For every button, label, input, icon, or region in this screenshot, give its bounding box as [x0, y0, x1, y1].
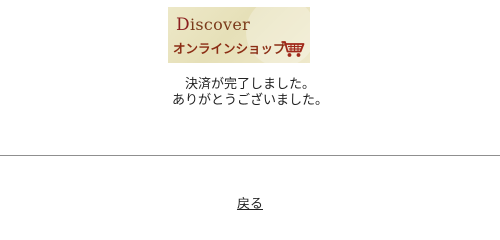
logo-shop-name: オンラインショップ: [173, 41, 286, 56]
back-link-container: 戻る: [0, 197, 500, 213]
logo-brand-text: Discover: [176, 15, 251, 35]
logo-brand-rest: iscover: [189, 15, 251, 34]
horizontal-divider: [0, 155, 500, 156]
back-link[interactable]: 戻る: [237, 197, 263, 212]
payment-complete-page: Discover オンラインショップ 決済が完了しました。 ありがとうございまし…: [0, 0, 500, 221]
discover-online-shop-logo: Discover オンラインショップ: [168, 7, 310, 63]
logo-brand-initial: D: [176, 15, 190, 35]
completion-message-line1: 決済が完了しました。: [184, 77, 315, 92]
completion-message-line2: ありがとうございました。: [171, 93, 328, 108]
completion-message: 決済が完了しました。 ありがとうございました。: [0, 77, 500, 109]
shopping-cart-icon: [281, 41, 305, 57]
